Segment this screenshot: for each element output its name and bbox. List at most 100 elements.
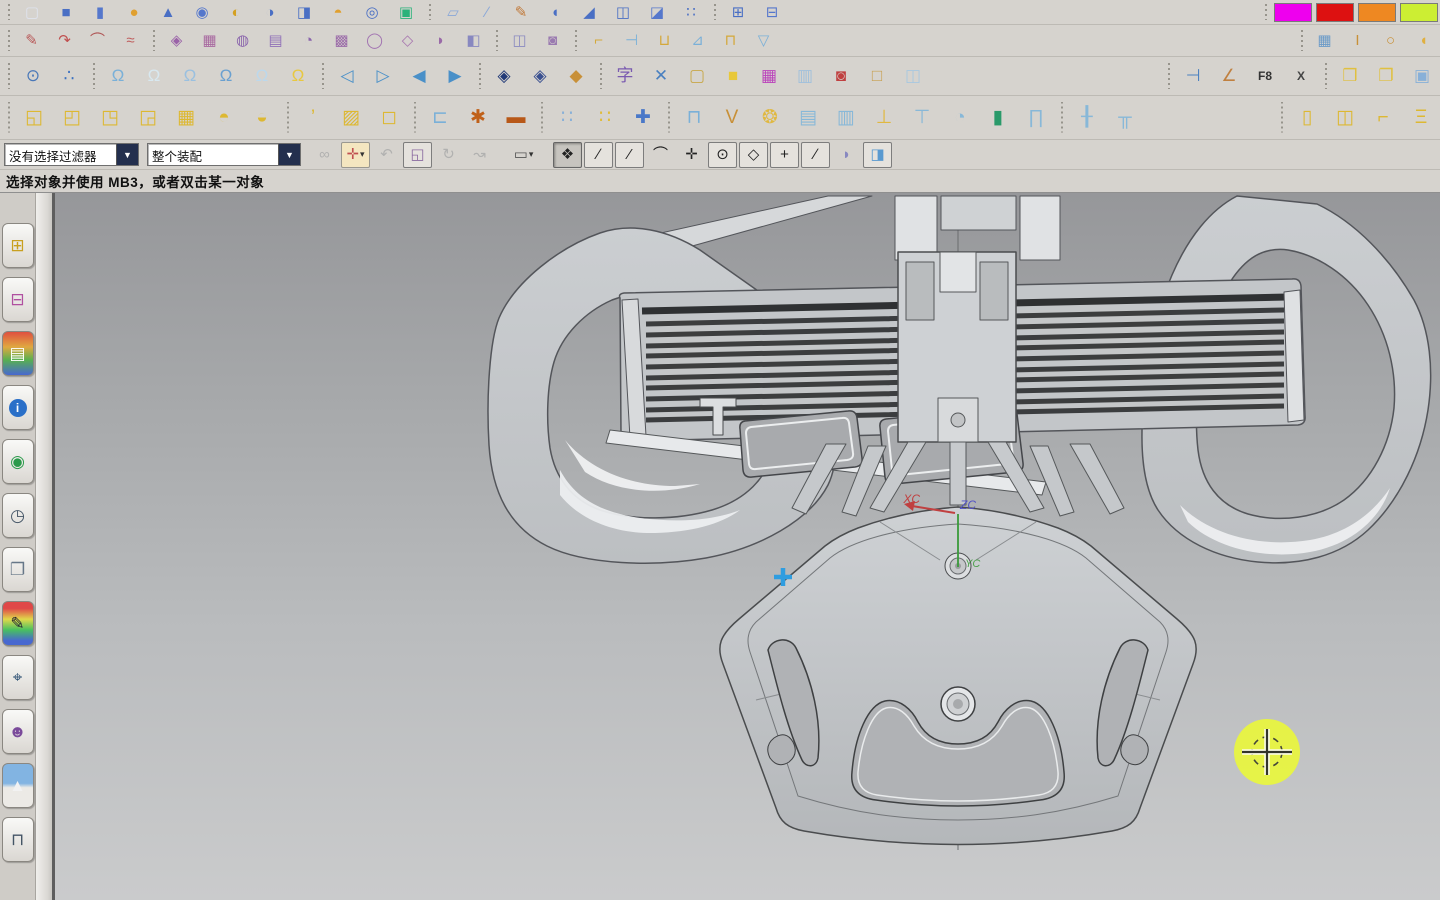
smooth-spline-icon[interactable]: ≈ [115, 26, 146, 55]
toolbar-drag-handle[interactable] [494, 29, 499, 52]
boolean-subtract-icon[interactable]: ◐ [220, 1, 252, 24]
e-plate-icon[interactable]: Ξ [1403, 98, 1439, 137]
snap-point-toggle-dropdown-arrow[interactable]: ▾ [360, 150, 365, 159]
offset-surface-icon[interactable]: ◧ [458, 26, 489, 55]
layout-grid-icon[interactable]: ∷ [587, 98, 623, 137]
resource-tab-html-documents-icon[interactable]: ◉ [1, 439, 34, 484]
snap-center-icon[interactable]: ⊙ [708, 141, 737, 168]
selection-filter-dropdown[interactable]: 没有选择过滤器 ▼ [4, 143, 139, 166]
resource-tab-scenery-icon[interactable]: ▲ [1, 763, 34, 808]
toolbar-drag-handle[interactable] [151, 29, 156, 52]
extrude-icon[interactable]: ◨ [288, 1, 320, 24]
solid-cone-icon[interactable]: ▲ [152, 1, 184, 24]
through-curves-icon[interactable]: ◔ [293, 26, 324, 55]
swatch-magenta-icon[interactable] [1274, 2, 1312, 22]
solid-sphere-icon[interactable]: ● [118, 1, 150, 24]
angle-pin-icon[interactable]: ⌐ [1365, 98, 1401, 137]
f8-view-icon[interactable]: F8 [1248, 59, 1282, 94]
selection-filter-arrow-icon[interactable]: ▼ [116, 144, 138, 165]
toolbar-drag-handle[interactable] [477, 62, 482, 90]
step-back-icon[interactable]: ◀ [402, 59, 436, 94]
gate-design-icon[interactable]: ’ [295, 98, 331, 137]
toolbar-drag-handle[interactable] [1059, 102, 1064, 133]
datum-axis-icon[interactable]: ∕ [471, 1, 503, 24]
ejector-pin-icon[interactable]: ╥ [1107, 98, 1143, 137]
clamp-screw-icon[interactable]: ⊤ [904, 98, 940, 137]
multi-snap-icon[interactable]: ❖ [553, 141, 582, 168]
calculator-icon[interactable]: ▦ [1309, 26, 1340, 55]
resource-tab-history-icon[interactable]: ◷ [1, 493, 34, 538]
bounding-frame-icon[interactable]: □ [860, 59, 894, 94]
mold-trim-icon[interactable]: ⊏ [422, 98, 458, 137]
interpart-link-icon[interactable]: ◈ [487, 59, 521, 94]
solid-cube-icon[interactable]: ■ [716, 59, 750, 94]
snap-slope-icon[interactable]: ∕ [801, 141, 830, 168]
insert-grid-icon[interactable]: ▦ [168, 98, 204, 137]
bridge-curve-icon[interactable]: ⌒ [82, 26, 113, 55]
solid-block-icon[interactable]: ■ [50, 1, 82, 24]
analysis-cube-icon[interactable]: ◙ [824, 59, 858, 94]
toolbar-drag-handle[interactable] [1279, 102, 1284, 133]
bracket-section-icon[interactable]: ⊣ [616, 26, 647, 55]
cavity-insert-icon[interactable]: ◰ [54, 98, 90, 137]
resource-tab-assembly-navigator-icon[interactable]: ⊞ [1, 223, 34, 268]
resource-tab-internet-browser-icon[interactable]: i [1, 385, 34, 430]
toolbar-drag-handle[interactable] [573, 29, 578, 52]
x-axis-align-icon[interactable]: X [1284, 59, 1318, 94]
swatch-yellow-green-icon[interactable] [1400, 2, 1438, 22]
resource-tab-reuse-library-icon[interactable]: ▤ [1, 331, 34, 376]
instance-array-icon[interactable]: ⊞ [722, 1, 754, 24]
slider-profile-icon[interactable]: ◲ [130, 98, 166, 137]
solid-cylinder-icon[interactable]: ▮ [84, 1, 116, 24]
snap-intersection-icon[interactable]: ✛ [677, 142, 706, 168]
runner-design-icon[interactable]: ▨ [333, 98, 369, 137]
slide-core-icon[interactable]: ▯ [1289, 98, 1325, 137]
dimple-icon[interactable]: ▽ [748, 26, 779, 55]
move-component-icon[interactable]: ✚ [625, 98, 661, 137]
wireframe-cube-icon[interactable]: ▢ [680, 59, 714, 94]
snap-point-toggle-icon[interactable]: ✛ ▾ [341, 141, 370, 168]
edit-display-icon[interactable]: ▥ [788, 59, 822, 94]
boolean-intersect-icon[interactable]: ◑ [254, 1, 286, 24]
shell-icon[interactable]: ◫ [607, 1, 639, 24]
workpiece-block-icon[interactable]: ▬ [498, 98, 534, 137]
snap-arc-icon[interactable]: ⌒ [646, 142, 675, 168]
ejector-sleeve-icon[interactable]: ∏ [1018, 98, 1054, 137]
toolbar-drag-handle[interactable] [6, 62, 11, 90]
law-extension-icon[interactable]: ◗ [425, 26, 456, 55]
guide-bolt-icon[interactable]: ⊥ [866, 98, 902, 137]
toolbar-drag-handle[interactable] [598, 62, 603, 90]
folder-icon[interactable]: ❐ [1369, 59, 1403, 94]
object-display-icon[interactable]: ▦ [752, 59, 786, 94]
resource-tab-part-navigator-icon[interactable]: ⊟ [1, 277, 34, 322]
resource-tab-palettes-icon[interactable]: ❐ [1, 547, 34, 592]
toolbar-drag-handle[interactable] [6, 29, 11, 52]
step-first-icon[interactable]: ◁ [330, 59, 364, 94]
angle-measure-icon[interactable]: ∠ [1212, 59, 1246, 94]
pocket-feature-icon[interactable]: ▣ [390, 1, 422, 24]
snap-face-icon[interactable]: ◗ [832, 142, 861, 168]
datum-offset-icon[interactable]: ⊣ [1176, 59, 1210, 94]
swatch-red-icon[interactable] [1316, 2, 1354, 22]
wave-link-icon[interactable]: ◈ [523, 59, 557, 94]
cooling-channel-icon[interactable]: ◻ [371, 98, 407, 137]
wave-geometry-icon[interactable]: ◆ [559, 59, 593, 94]
through-curve-mesh-icon[interactable]: ▩ [326, 26, 357, 55]
circle-section-icon[interactable]: ○ [1375, 26, 1406, 55]
selection-scope-dropdown[interactable]: 整个装配 ▼ [147, 143, 301, 166]
chamfer-icon[interactable]: ◢ [573, 1, 605, 24]
mold-base-icon[interactable]: ⊓ [676, 98, 712, 137]
toolbar-drag-handle[interactable] [539, 102, 544, 133]
edge-blend-icon[interactable]: ◖ [539, 1, 571, 24]
blank-selected-icon[interactable]: Ω [209, 59, 243, 94]
toolbar-drag-handle[interactable] [1323, 62, 1328, 90]
toolbar-drag-handle[interactable] [320, 62, 325, 90]
sub-insert-icon[interactable]: ◒ [244, 98, 280, 137]
hole-feature-icon[interactable]: ◎ [356, 1, 388, 24]
toolbar-drag-handle[interactable] [712, 3, 717, 21]
toolbar-drag-handle[interactable] [1299, 29, 1304, 52]
swatch-orange-icon[interactable] [1358, 2, 1396, 22]
unblank-selected-icon[interactable]: Ω [245, 59, 279, 94]
sew-surface-icon[interactable]: ◫ [504, 26, 535, 55]
toolbar-drag-handle[interactable] [285, 102, 290, 133]
